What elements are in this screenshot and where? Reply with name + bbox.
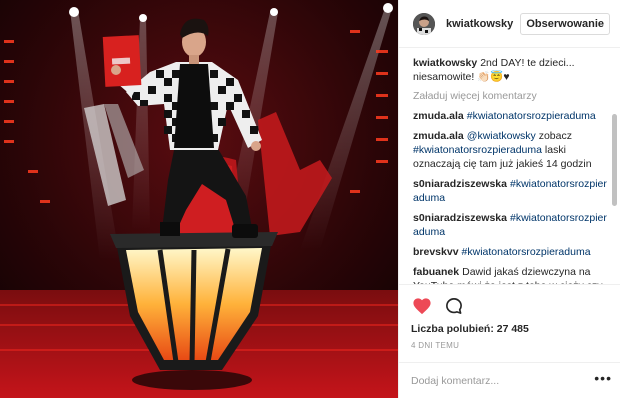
caption: kwiatkowsky 2nd DAY! te dzieci... niesamo…: [413, 56, 610, 84]
comment-username[interactable]: brevskvv: [413, 246, 459, 258]
comment-item: brevskvv #kwiatonatorsrozpieraduma: [413, 245, 610, 259]
avatar-image: [413, 12, 435, 35]
comment-bubble-icon: [446, 298, 462, 314]
comment-container: zmuda.ala #kwiatonatorsrozpieraduma zmuda.…: [413, 109, 610, 284]
comments-list[interactable]: kwiatkowsky 2nd DAY! te dzieci... niesamo…: [399, 48, 620, 284]
following-button[interactable]: Obserwowanie: [520, 12, 610, 35]
post-photo[interactable]: [0, 0, 398, 398]
comment-hashtag[interactable]: #kwiatonatorsrozpieraduma: [462, 246, 591, 258]
like-button[interactable]: [411, 295, 433, 317]
comment-button[interactable]: [443, 295, 465, 317]
comment-username[interactable]: fabuanek: [413, 266, 459, 278]
heart-icon: [413, 298, 431, 315]
more-options-icon[interactable]: •••: [594, 371, 612, 389]
add-comment-input[interactable]: [411, 374, 595, 387]
header-username[interactable]: kwiatkowsky: [446, 18, 520, 30]
post-timestamp[interactable]: 4 DNI TEMU: [411, 341, 610, 350]
comment-username[interactable]: zmuda.ala: [413, 110, 464, 122]
post-header: kwiatkowsky Obserwowanie: [399, 0, 620, 48]
comment-text: zobacz: [535, 130, 572, 142]
action-icons: [411, 293, 610, 319]
stage-photo-illustration: [0, 0, 398, 398]
instagram-post: kwiatkowsky Obserwowanie kwiatkowsky 2nd …: [0, 0, 620, 398]
post-side-panel: kwiatkowsky Obserwowanie kwiatkowsky 2nd …: [398, 0, 620, 398]
comment-item: fabuanekDawid jakaś dziewczyna na YouTub…: [413, 265, 610, 284]
comment-item: zmuda.ala @kwiatkowsky zobacz #kwiatonato…: [413, 129, 610, 171]
caption-username[interactable]: kwiatkowsky: [413, 57, 477, 69]
comment-username[interactable]: zmuda.ala: [413, 130, 464, 142]
comment-item: s0niaradziszewska #kwiatonatorsrozpieradu…: [413, 211, 610, 239]
comment-mention[interactable]: @kwiatkowsky: [467, 130, 536, 142]
avatar[interactable]: [413, 12, 435, 35]
add-comment-bar: •••: [399, 362, 620, 398]
comment-hashtag[interactable]: #kwiatonatorsrozpieraduma: [413, 144, 542, 156]
comment-hashtag[interactable]: #kwiatonatorsrozpieraduma: [467, 110, 596, 122]
comment-username[interactable]: s0niaradziszewska: [413, 178, 507, 190]
comments-scrollbar[interactable]: [612, 114, 617, 206]
load-more-comments-link[interactable]: Załaduj więcej komentarzy: [413, 90, 610, 102]
comment-item: s0niaradziszewska #kwiatonatorsrozpieradu…: [413, 177, 610, 205]
comment-username[interactable]: s0niaradziszewska: [413, 212, 507, 224]
comment-item: zmuda.ala #kwiatonatorsrozpieraduma: [413, 109, 610, 123]
post-actions: Liczba polubień: 27 485 4 DNI TEMU: [399, 284, 620, 362]
likes-count[interactable]: Liczba polubień: 27 485: [411, 323, 610, 335]
